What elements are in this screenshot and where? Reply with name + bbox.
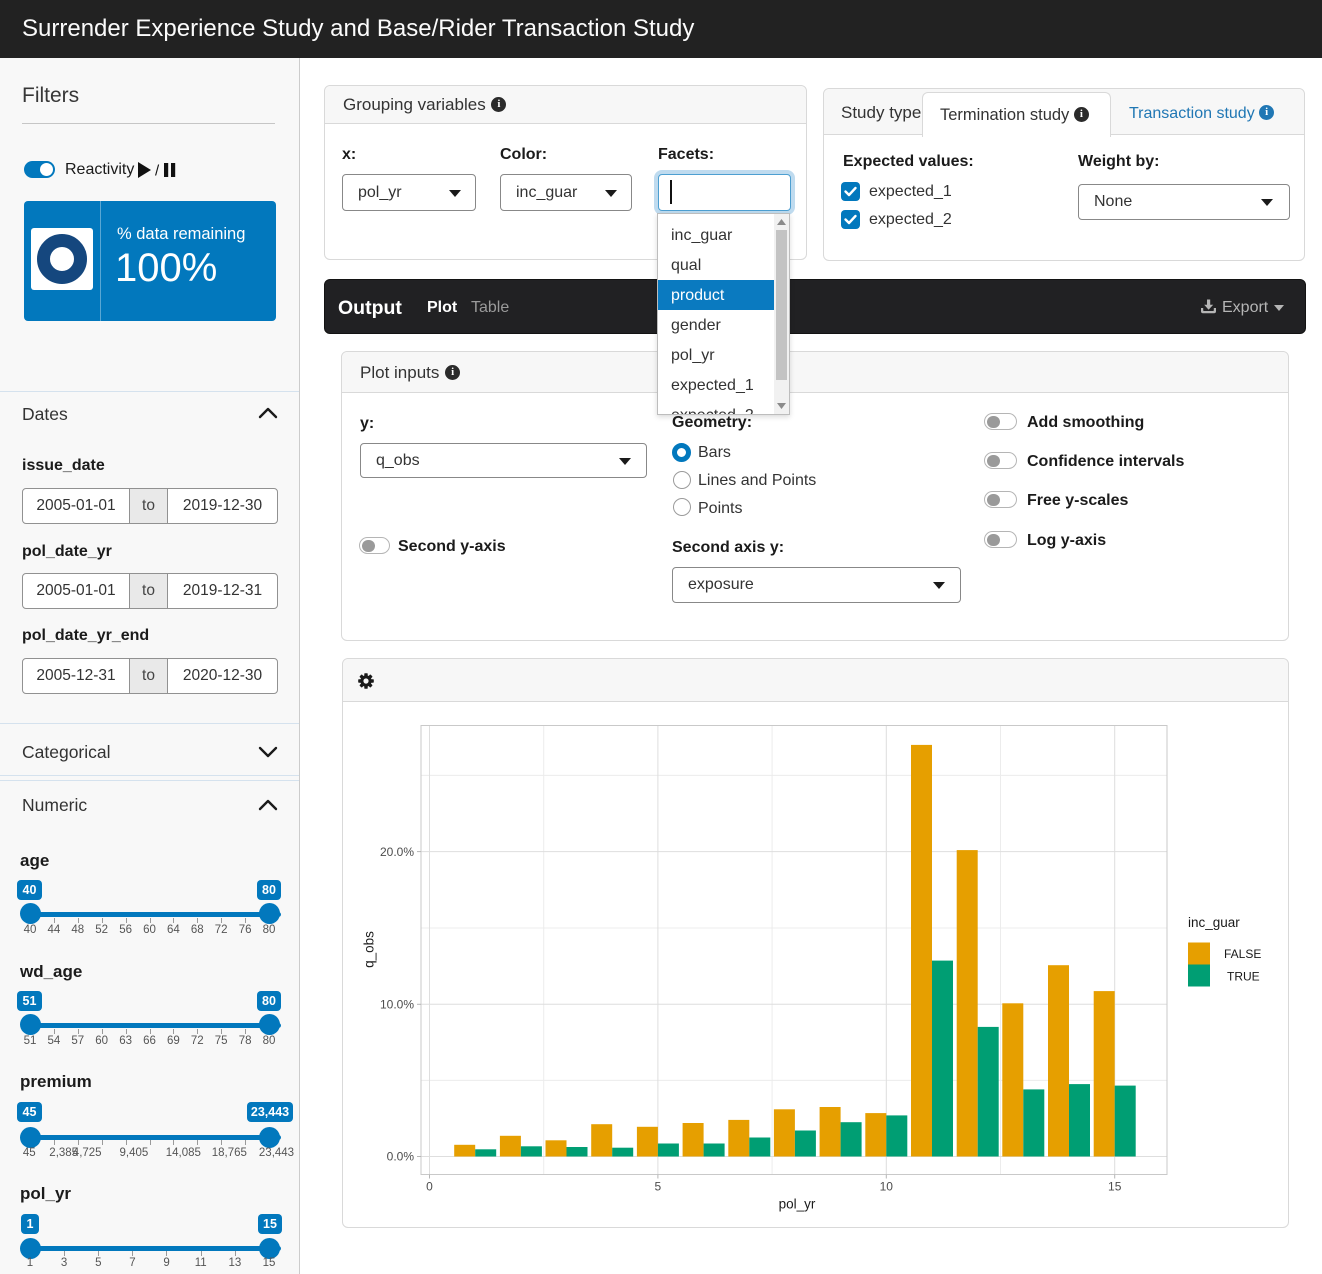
svg-text:15: 15 [1108,1180,1122,1194]
svg-text:inc_guar: inc_guar [1188,915,1240,930]
svg-text:TRUE: TRUE [1227,969,1260,983]
svg-text:20.0%: 20.0% [380,845,414,859]
svg-text:FALSE: FALSE [1224,947,1261,961]
svg-text:10.0%: 10.0% [380,998,414,1012]
svg-text:0.0%: 0.0% [387,1150,415,1164]
svg-text:pol_yr: pol_yr [779,1197,816,1212]
svg-text:5: 5 [655,1180,662,1194]
svg-text:0: 0 [426,1180,433,1194]
svg-text:q_obs: q_obs [362,931,377,968]
svg-text:10: 10 [880,1180,894,1194]
svg-text:/: / [155,163,160,179]
